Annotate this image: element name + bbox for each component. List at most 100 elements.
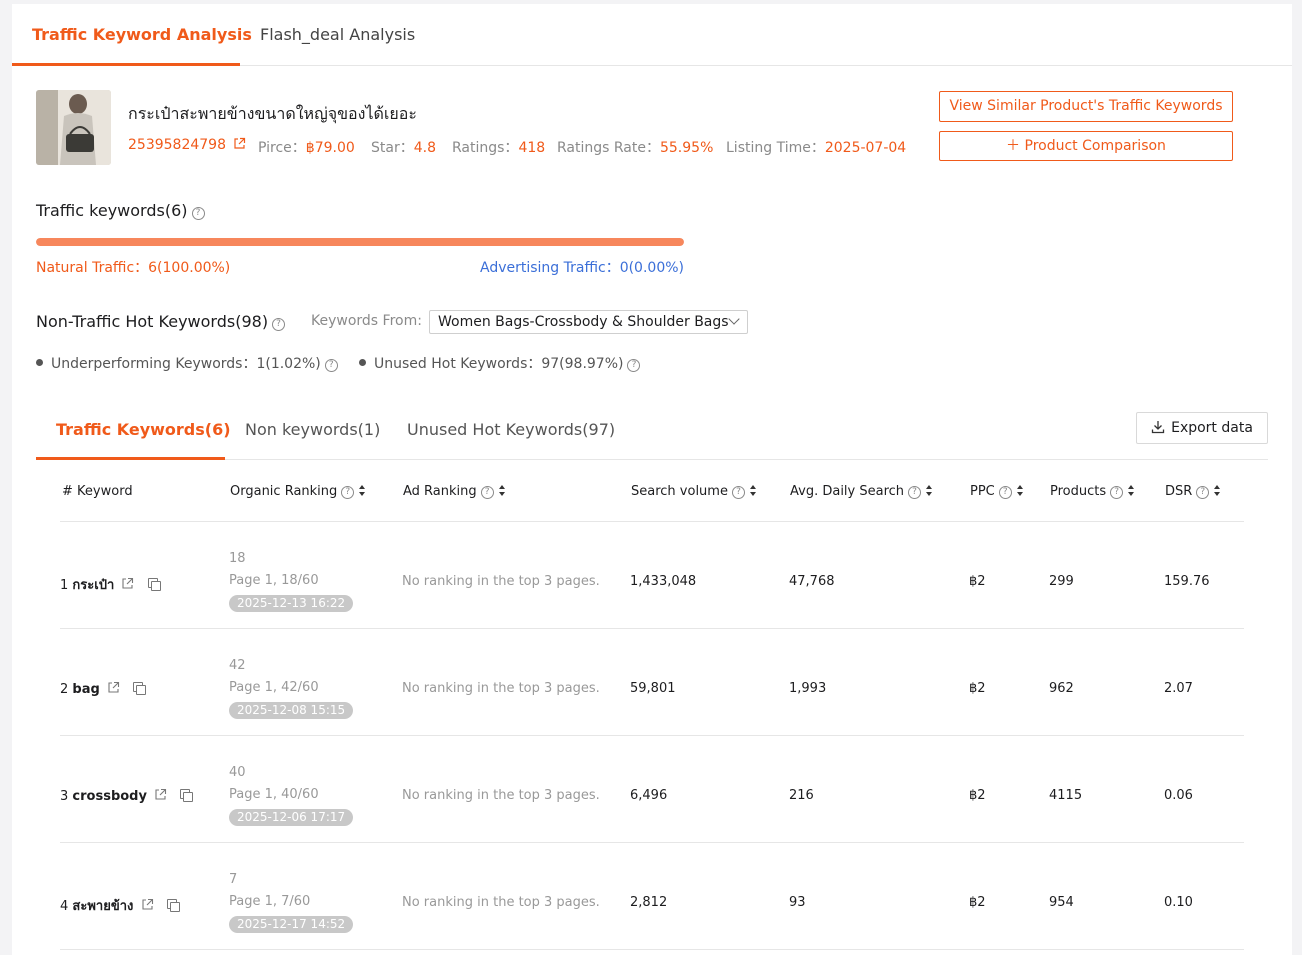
keyword-text[interactable]: crossbody	[72, 789, 147, 804]
tab-flash-deal-analysis[interactable]: Flash_deal Analysis	[260, 25, 415, 44]
view-similar-keywords-button[interactable]: View Similar Product's Traffic Keywords	[939, 91, 1233, 122]
sort-icon[interactable]	[926, 485, 933, 496]
listing-time-meta: Listing Time：2025-07-04	[726, 137, 906, 157]
tab-traffic-keyword-analysis[interactable]: Traffic Keyword Analysis	[32, 25, 252, 44]
ad-ranking: No ranking in the top 3 pages.	[402, 574, 600, 589]
listing-time-value: 2025-07-04	[824, 140, 907, 156]
help-icon[interactable]: ?	[1196, 486, 1210, 499]
traffic-split-bar	[36, 238, 684, 246]
ad-ranking: No ranking in the top 3 pages.	[402, 895, 600, 910]
active-subtab-indicator	[36, 457, 225, 460]
ppc: ฿2	[969, 895, 986, 910]
keyword-text[interactable]: สะพายข้าง	[72, 899, 133, 914]
ratings-value: 418	[518, 140, 546, 156]
sort-icon[interactable]	[359, 485, 366, 496]
star-meta: Star：4.8	[371, 137, 436, 157]
row-index: 3	[60, 789, 69, 804]
organic-rank: 42	[229, 658, 246, 673]
organic-page: Page 1, 18/60	[229, 573, 319, 588]
external-link-icon[interactable]	[141, 898, 154, 911]
external-link-icon[interactable]	[233, 137, 246, 150]
col-avg-daily: Avg. Daily Search	[790, 484, 905, 499]
col-hash: #	[62, 484, 73, 499]
copy-icon[interactable]	[147, 578, 161, 591]
product-thumbnail[interactable]	[36, 90, 111, 165]
keyword-cell: 4 สะพายข้าง	[60, 895, 180, 916]
table-divider	[60, 949, 1244, 950]
row-index: 4	[60, 899, 69, 914]
ratings-rate-label: Ratings Rate：	[557, 140, 660, 156]
unused-label: Unused Hot Keywords：97(98.97%)	[374, 356, 624, 372]
sort-icon[interactable]	[1214, 485, 1221, 496]
product-title: กระเป๋าสะพายข้างขนาดใหญ่จุของได้เยอะ	[128, 104, 417, 123]
underperforming-label: Underperforming Keywords：1(1.02%)	[51, 356, 321, 372]
col-header-avg-daily[interactable]: Avg. Daily Search?	[790, 484, 933, 499]
export-data-button[interactable]: Export data	[1136, 412, 1268, 444]
non-traffic-heading: Non-Traffic Hot Keywords(98)?	[36, 312, 286, 331]
search-volume: 2,812	[630, 895, 668, 910]
advertising-traffic-label: Advertising Traffic：0(0.00%)	[479, 260, 684, 276]
sort-icon[interactable]	[749, 485, 757, 496]
products: 954	[1049, 895, 1074, 910]
col-search-volume: Search volume	[631, 484, 728, 499]
col-header-keyword: # Keyword	[62, 484, 133, 499]
tab-unused-hot-keywords[interactable]: Unused Hot Keywords(97)	[407, 420, 615, 439]
help-icon[interactable]: ?	[191, 207, 205, 220]
sort-icon[interactable]	[498, 485, 506, 496]
help-icon[interactable]: ?	[1110, 486, 1124, 499]
row-index: 2	[60, 682, 69, 697]
table-row: 4 สะพายข้าง 7 Page 1, 7/60 2025-12-17 14…	[12, 843, 1292, 950]
avg-daily-search: 1,993	[789, 681, 827, 696]
help-icon[interactable]: ?	[324, 359, 338, 372]
col-header-organic[interactable]: Organic Ranking?	[230, 484, 366, 499]
help-icon[interactable]: ?	[480, 486, 494, 499]
organic-page: Page 1, 42/60	[229, 680, 319, 695]
keyword-text[interactable]: bag	[72, 682, 99, 697]
col-header-ppc[interactable]: PPC?	[970, 484, 1024, 499]
table-row: 1 กระเป๋า 18 Page 1, 18/60 2025-12-13 16…	[12, 522, 1292, 629]
keyword-text[interactable]: กระเป๋า	[72, 578, 114, 593]
help-icon[interactable]: ?	[272, 318, 286, 331]
top-tab-bar: Traffic Keyword Analysis Flash_deal Anal…	[12, 4, 1292, 66]
dsr: 0.06	[1164, 788, 1193, 803]
star-value: 4.8	[413, 140, 436, 156]
sort-icon[interactable]	[1128, 485, 1135, 496]
copy-icon[interactable]	[180, 789, 194, 802]
col-header-ad[interactable]: Ad Ranking?	[403, 484, 506, 499]
tab-traffic-keywords[interactable]: Traffic Keywords(6)	[56, 420, 231, 439]
table-row: 2 bag 42 Page 1, 42/60 2025-12-08 15:15 …	[12, 629, 1292, 736]
help-icon[interactable]: ?	[998, 486, 1012, 499]
ad-ranking: No ranking in the top 3 pages.	[402, 681, 600, 696]
copy-icon[interactable]	[133, 682, 147, 695]
external-link-icon[interactable]	[154, 788, 167, 801]
col-header-products[interactable]: Products?	[1050, 484, 1135, 499]
bullet-dot	[36, 359, 43, 366]
col-header-dsr[interactable]: DSR?	[1165, 484, 1221, 499]
keywords-from-label: Keywords From:	[311, 313, 422, 329]
search-volume: 1,433,048	[630, 574, 697, 589]
rank-date-badge: 2025-12-17 14:52	[229, 916, 354, 933]
col-header-search-volume[interactable]: Search volume?	[631, 484, 757, 499]
tab-non-keywords[interactable]: Non keywords(1)	[245, 420, 380, 439]
product-comparison-button[interactable]: ＋ Product Comparison	[939, 131, 1233, 161]
ratings-label: Ratings：	[452, 140, 519, 156]
help-icon[interactable]: ?	[341, 486, 355, 499]
help-icon[interactable]: ?	[731, 486, 745, 499]
keywords-from-select[interactable]: Women Bags-Crossbody & Shoulder Bags	[429, 310, 748, 334]
col-products: Products	[1050, 484, 1107, 499]
keywords-from-value: Women Bags-Crossbody & Shoulder Bags	[438, 314, 729, 330]
rank-date-badge: 2025-12-08 15:15	[229, 702, 354, 719]
sort-icon[interactable]	[1016, 485, 1024, 496]
product-id-link[interactable]: 25395824798	[128, 137, 246, 153]
chevron-down-icon	[728, 313, 740, 325]
copy-icon[interactable]	[166, 899, 180, 912]
col-ad: Ad Ranking	[403, 484, 477, 499]
help-icon[interactable]: ?	[627, 359, 641, 372]
price-value: ฿79.00	[305, 140, 355, 156]
external-link-icon[interactable]	[121, 577, 134, 590]
external-link-icon[interactable]	[107, 681, 120, 694]
keyword-cell: 1 กระเป๋า	[60, 574, 161, 595]
help-icon[interactable]: ?	[908, 486, 922, 499]
product-id[interactable]: 25395824798	[128, 137, 226, 153]
traffic-keywords-title: Traffic keywords(6)	[36, 201, 188, 220]
